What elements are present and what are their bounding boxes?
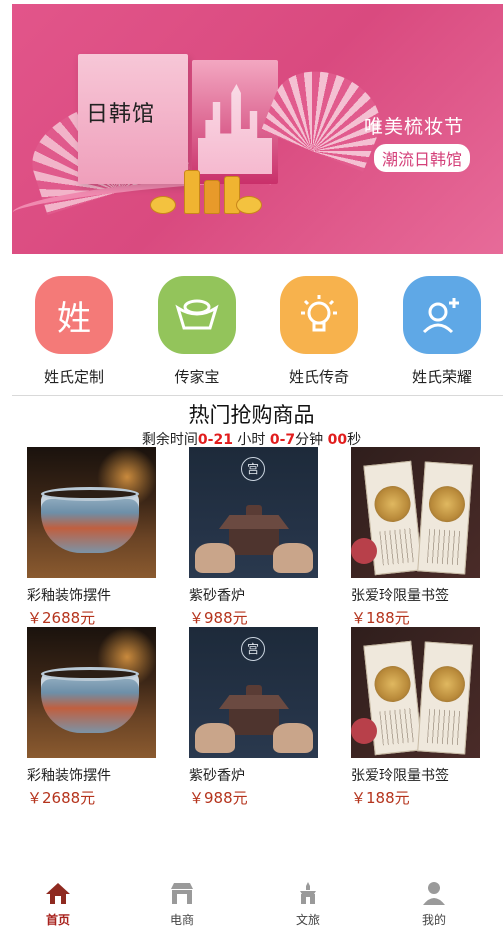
banner-tagline: 潮流日韩馆 bbox=[374, 144, 471, 172]
nav-label: 我的 bbox=[421, 913, 446, 927]
product-price: ￥2688元 bbox=[27, 609, 96, 627]
product-card[interactable]: 张爱玲限量书签 ￥188元 bbox=[351, 627, 491, 808]
temple-icon bbox=[295, 881, 321, 905]
product-price: ￥988元 bbox=[189, 609, 248, 627]
lightbulb-icon bbox=[280, 276, 358, 354]
cosmetics-illustration bbox=[140, 154, 262, 214]
countdown-days: 0-21 bbox=[197, 432, 233, 448]
product-price: ￥188元 bbox=[351, 789, 410, 807]
product-price: ￥988元 bbox=[189, 789, 248, 807]
nav-label: 文旅 bbox=[295, 913, 320, 927]
bottom-nav: 首页 电商 文旅 我的 bbox=[0, 875, 503, 932]
home-icon bbox=[45, 881, 71, 905]
countdown-timer: 剩余时间0-21 小时 0-7分钟 00秒 bbox=[141, 432, 362, 448]
product-price: ￥188元 bbox=[351, 609, 410, 627]
nav-home[interactable]: 首页 bbox=[28, 881, 88, 928]
product-name: 彩釉装饰摆件 bbox=[27, 588, 111, 604]
bookmark-set-image bbox=[351, 447, 480, 578]
user-star-icon bbox=[403, 276, 481, 354]
category-label: 传家宝 bbox=[174, 368, 220, 386]
promo-banner[interactable]: 日韩馆 唯美梳妆节 潮流日韩馆 bbox=[12, 4, 503, 254]
category-label: 姓氏传奇 bbox=[288, 368, 349, 386]
product-name: 紫砂香炉 bbox=[189, 588, 245, 604]
profile-icon bbox=[421, 881, 447, 905]
category-heirloom[interactable]: 传家宝 bbox=[137, 268, 257, 387]
product-card[interactable]: 宫 紫砂香炉 ￥988元 bbox=[189, 627, 329, 808]
product-price: ￥2688元 bbox=[27, 789, 96, 807]
category-surname-custom[interactable]: 姓 姓氏定制 bbox=[14, 268, 134, 387]
box-title: 日韩馆 bbox=[86, 102, 156, 127]
nav-label: 首页 bbox=[45, 913, 70, 927]
shop-icon bbox=[169, 881, 195, 905]
surname-icon: 姓 bbox=[35, 276, 113, 354]
nav-label: 电商 bbox=[169, 913, 194, 927]
product-card[interactable]: 宫 紫砂香炉 ￥988元 bbox=[189, 447, 329, 628]
category-row: 姓 姓氏定制 传家宝 姓氏传奇 姓氏荣耀 bbox=[0, 268, 503, 393]
section-divider bbox=[12, 395, 503, 396]
product-card[interactable]: 彩釉装饰摆件 ￥2688元 bbox=[27, 627, 167, 808]
category-label: 姓氏定制 bbox=[43, 368, 104, 386]
incense-burner-image: 宫 bbox=[189, 627, 318, 758]
treasure-ingot-icon bbox=[158, 276, 236, 354]
nav-shop[interactable]: 电商 bbox=[152, 881, 212, 928]
product-card[interactable]: 张爱玲限量书签 ￥188元 bbox=[351, 447, 491, 628]
countdown-seconds: 00 bbox=[327, 432, 348, 448]
category-label: 姓氏荣耀 bbox=[411, 368, 472, 386]
product-card[interactable]: 彩釉装饰摆件 ￥2688元 bbox=[27, 447, 167, 628]
banner-headline: 唯美梳妆节 bbox=[364, 116, 465, 138]
glazed-bowl-image bbox=[27, 447, 156, 578]
product-name: 紫砂香炉 bbox=[189, 768, 245, 784]
incense-burner-image: 宫 bbox=[189, 447, 318, 578]
category-surname-legend[interactable]: 姓氏传奇 bbox=[259, 268, 379, 387]
nav-profile[interactable]: 我的 bbox=[404, 881, 464, 928]
product-name: 张爱玲限量书签 bbox=[351, 588, 449, 604]
countdown-hours: 0-7 bbox=[269, 432, 296, 448]
bookmark-set-image bbox=[351, 627, 480, 758]
nav-culture-travel[interactable]: 文旅 bbox=[278, 881, 338, 928]
glazed-bowl-image bbox=[27, 627, 156, 758]
product-name: 张爱玲限量书签 bbox=[351, 768, 449, 784]
category-surname-glory[interactable]: 姓氏荣耀 bbox=[382, 268, 502, 387]
product-name: 彩釉装饰摆件 bbox=[27, 768, 111, 784]
section-title: 热门抢购商品 bbox=[188, 403, 315, 427]
